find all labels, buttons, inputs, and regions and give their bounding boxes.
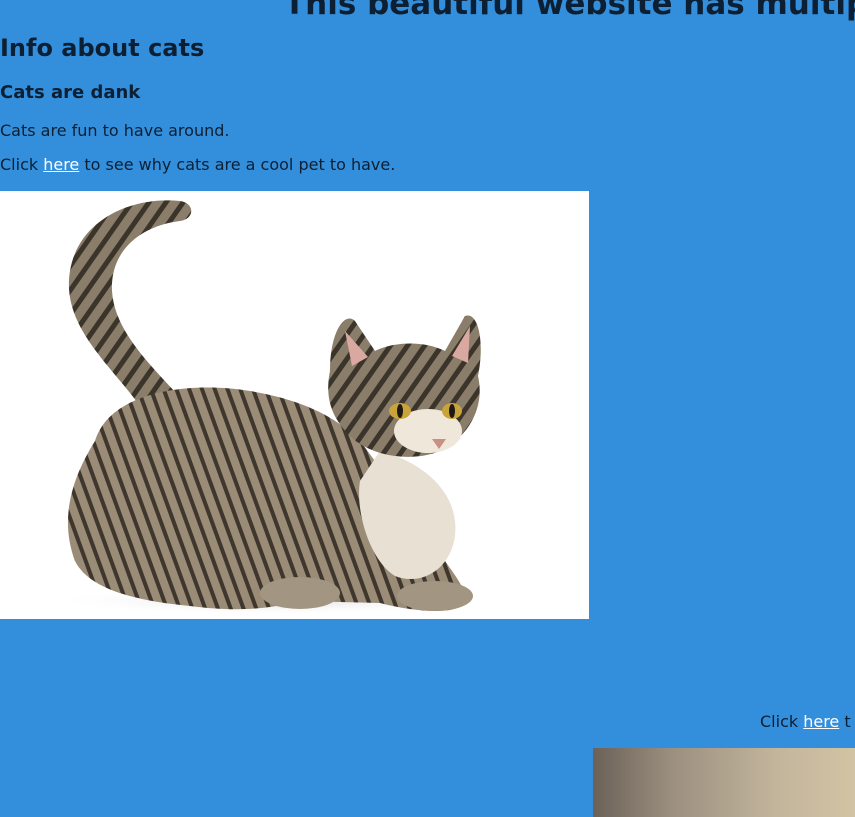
page-title: This beautiful website has multiple [284,0,855,22]
page: This beautiful website has multiple Info… [0,0,855,817]
second-photo [593,748,855,817]
click-prefix-text: Click [0,155,44,174]
click-here-paragraph: Click here to see why cats are a cool pe… [0,155,395,174]
second-click-here-paragraph: Click here t [760,712,851,731]
here-link[interactable]: here [803,712,839,731]
click-prefix-text: Click [760,712,804,731]
cat-illustration [50,200,490,615]
section-heading: Info about cats [0,34,205,62]
intro-paragraph: Cats are fun to have around. [0,121,230,140]
cat-photo [0,191,589,619]
click-suffix-text: to see why cats are a cool pet to have. [79,155,396,174]
section-subheading: Cats are dank [0,82,141,103]
click-suffix-text: t [839,712,851,731]
here-link[interactable]: here [43,155,79,174]
